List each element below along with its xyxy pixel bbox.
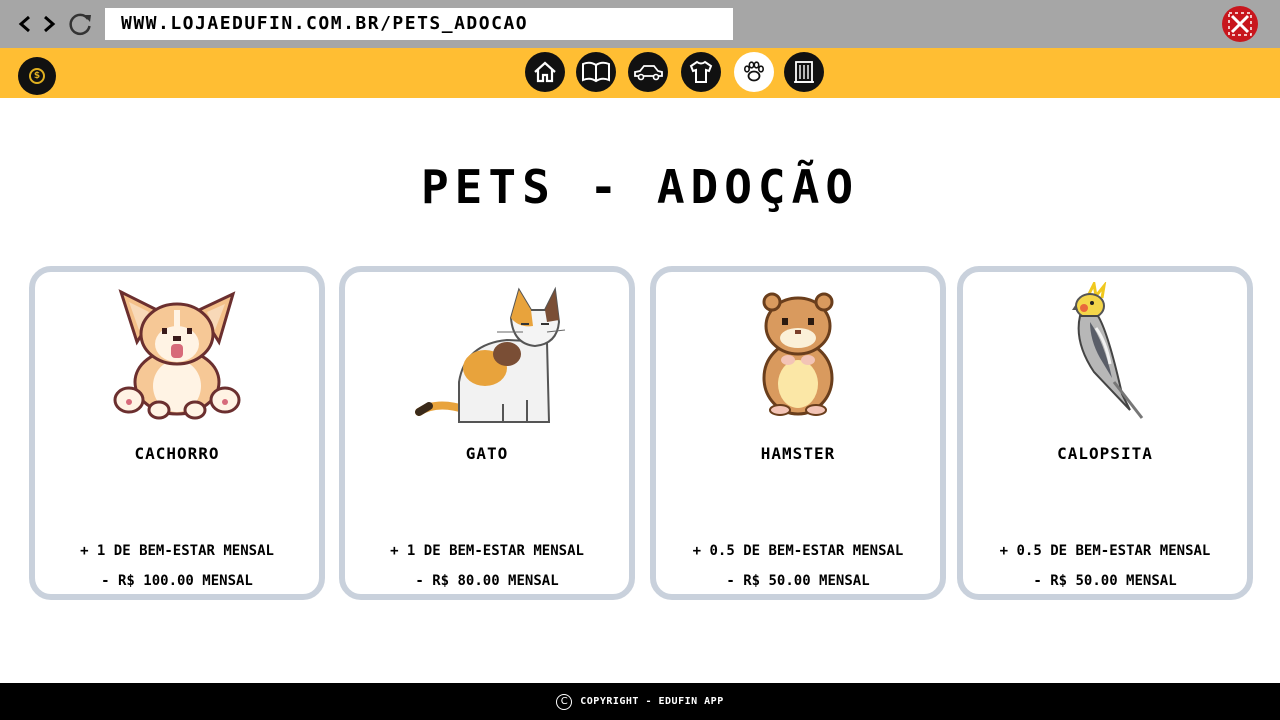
url-field[interactable]: [105, 8, 733, 40]
page: $: [0, 0, 1280, 720]
pet-name: CALOPSITA: [1057, 444, 1153, 463]
pet-name: GATO: [465, 444, 509, 463]
copyright-text: COPYRIGHT - EDUFIN APP: [580, 696, 724, 707]
nav-buildings-button[interactable]: [784, 52, 824, 92]
pet-image: [35, 282, 319, 432]
pet-benefit: + 1 DE BEM-ESTAR MENSAL: [80, 543, 274, 559]
pet-card-cachorro[interactable]: CACHORRO + 1 DE BEM-ESTAR MENSAL - R$ 10…: [29, 266, 325, 600]
paw-icon: [743, 61, 764, 82]
nav-clothes-button[interactable]: [681, 52, 721, 92]
pet-cost: - R$ 80.00 MENSAL: [415, 573, 559, 589]
pet-name: CACHORRO: [134, 444, 220, 463]
shirt-icon: [689, 60, 713, 83]
footer: C COPYRIGHT - EDUFIN APP: [0, 683, 1280, 720]
browser-bar: [0, 0, 1280, 48]
pet-card-calopsita[interactable]: CALOPSITA + 0.5 DE BEM-ESTAR MENSAL - R$…: [957, 266, 1253, 600]
app-header: $: [0, 48, 1280, 98]
nav-home-button[interactable]: [525, 52, 565, 92]
pet-benefit: + 0.5 DE BEM-ESTAR MENSAL: [692, 543, 904, 559]
book-icon: [582, 61, 610, 83]
nav-cars-button[interactable]: [628, 52, 668, 92]
pet-cost: - R$ 50.00 MENSAL: [726, 573, 870, 589]
copyright-icon: C: [556, 693, 573, 710]
pet-cost: - R$ 50.00 MENSAL: [1033, 573, 1177, 589]
chevron-right-icon[interactable]: [40, 10, 58, 38]
pet-card-gato[interactable]: GATO + 1 DE BEM-ESTAR MENSAL - R$ 80.00 …: [339, 266, 635, 600]
nav-pets-button[interactable]: [734, 52, 774, 92]
chevron-left-icon[interactable]: [16, 10, 34, 38]
cockatiel-icon: [1072, 282, 1144, 419]
pet-benefit: + 0.5 DE BEM-ESTAR MENSAL: [999, 543, 1211, 559]
app-logo[interactable]: $: [18, 57, 56, 95]
cat-icon: [415, 286, 566, 423]
page-title: PETS - ADOÇÃO: [420, 160, 860, 214]
building-icon: [794, 61, 814, 83]
home-icon: [534, 61, 556, 83]
pet-image: [656, 282, 940, 432]
reload-icon[interactable]: [66, 10, 94, 38]
hamster-icon: [762, 292, 834, 416]
pet-name: HAMSTER: [760, 444, 836, 463]
pet-cost: - R$ 100.00 MENSAL: [101, 573, 253, 589]
pet-benefit: + 1 DE BEM-ESTAR MENSAL: [390, 543, 584, 559]
pet-image: [345, 282, 629, 432]
nav-books-button[interactable]: [576, 52, 616, 92]
coin-icon: $: [29, 68, 45, 84]
pet-image: [963, 282, 1247, 432]
close-icon[interactable]: [1222, 6, 1258, 42]
dog-icon: [113, 289, 241, 420]
car-icon: [634, 65, 663, 81]
pet-card-hamster[interactable]: HAMSTER + 0.5 DE BEM-ESTAR MENSAL - R$ 5…: [650, 266, 946, 600]
